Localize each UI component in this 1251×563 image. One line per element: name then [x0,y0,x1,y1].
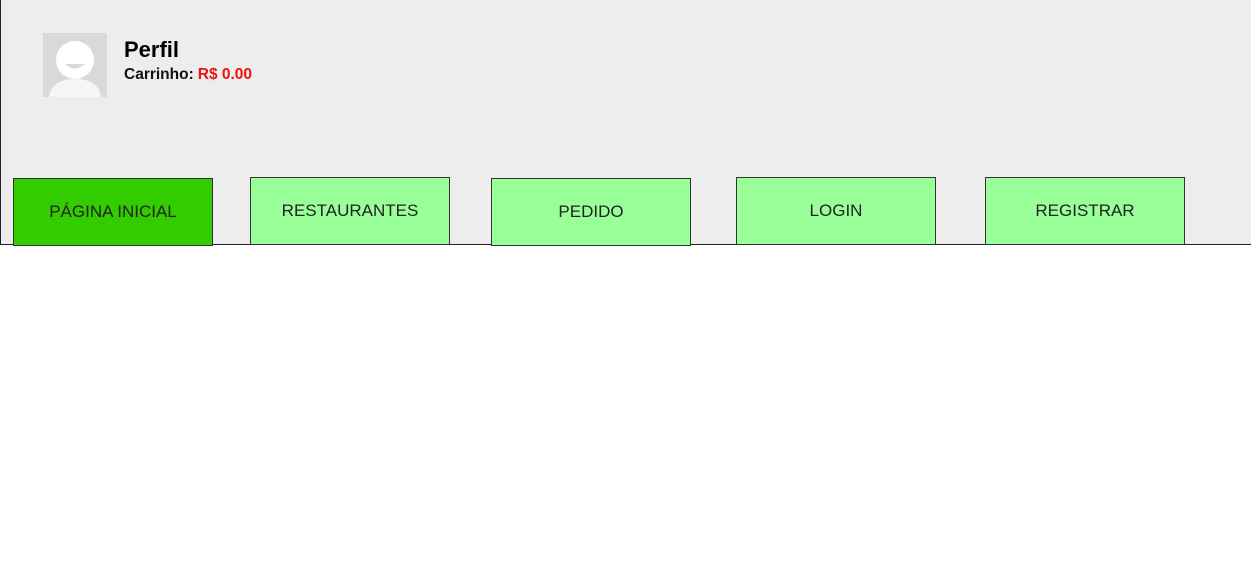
nav-restaurants-button[interactable]: RESTAURANTES [250,177,450,245]
profile-title[interactable]: Perfil [124,37,179,63]
cart-summary[interactable]: Carrinho: R$ 0.00 [124,66,252,84]
nav-login-button[interactable]: LOGIN [736,177,936,245]
nav-register-button[interactable]: REGISTRAR [985,177,1185,245]
cart-total: R$ 0.00 [197,66,253,83]
user-avatar-icon [43,33,107,97]
cart-label: Carrinho: [124,66,194,83]
avatar[interactable] [43,33,107,97]
nav-order-button[interactable]: PEDIDO [491,178,691,246]
nav-home-button[interactable]: PÁGINA INICIAL [13,178,213,246]
